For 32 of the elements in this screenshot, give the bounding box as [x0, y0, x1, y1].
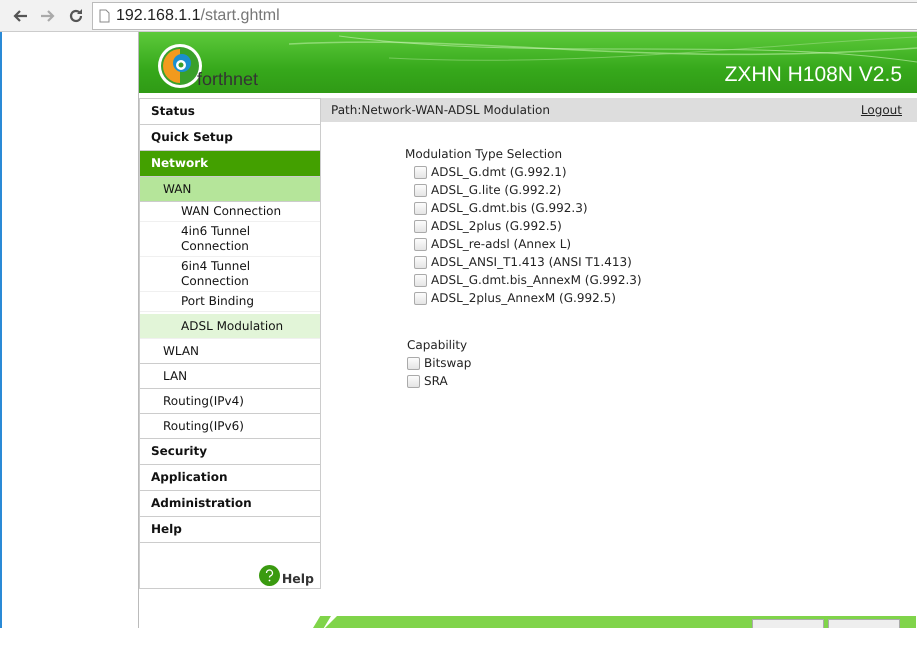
checkbox[interactable]: [407, 374, 420, 388]
modulation-option[interactable]: ADSL_2plus (G.992.5): [414, 217, 917, 235]
checkbox[interactable]: [414, 202, 427, 214]
device-model: ZXHN H108N V2.5: [724, 63, 902, 87]
checkbox[interactable]: [414, 184, 427, 196]
brand-name: forthnet: [197, 69, 258, 90]
modulation-option[interactable]: ADSL_re-adsl (Annex L): [414, 235, 917, 253]
modulation-option[interactable]: ADSL_G.lite (G.992.2): [414, 181, 917, 199]
breadcrumb: Path:Network-WAN-ADSL Modulation: [331, 103, 550, 117]
checkbox[interactable]: [414, 166, 427, 178]
capability-option[interactable]: Bitswap: [407, 354, 917, 372]
section-title: Capability: [407, 337, 468, 354]
checkbox[interactable]: [414, 274, 427, 286]
checkbox[interactable]: [414, 292, 427, 304]
help-icon[interactable]: [258, 565, 280, 586]
modulation-option[interactable]: ADSL_G.dmt (G.992.1): [414, 163, 917, 181]
address-field[interactable]: 192.168.1.1/start.ghtml: [92, 2, 917, 30]
modulation-option[interactable]: ADSL_G.dmt.bis_AnnexM (G.992.3): [414, 271, 917, 289]
menu-item[interactable]: WAN: [140, 177, 320, 202]
modulation-option[interactable]: ADSL_2plus_AnnexM (G.992.5): [414, 289, 917, 307]
checkbox[interactable]: [414, 256, 427, 268]
page-icon: [99, 8, 110, 22]
help-label[interactable]: Help: [282, 571, 314, 586]
checkbox[interactable]: [414, 238, 427, 250]
modulation-option[interactable]: ADSL_ANSI_T1.413 (ANSI T1.413): [414, 253, 917, 271]
modulation-option[interactable]: ADSL_G.dmt.bis (G.992.3): [414, 199, 917, 217]
logout-link[interactable]: Logout: [860, 103, 902, 117]
section-title: Modulation Type Selection: [405, 146, 564, 163]
checkbox[interactable]: [407, 356, 420, 370]
menu-item[interactable]: ADSL Modulation: [140, 314, 320, 339]
checkbox[interactable]: [414, 220, 427, 232]
capability-option[interactable]: SRA: [407, 372, 917, 390]
